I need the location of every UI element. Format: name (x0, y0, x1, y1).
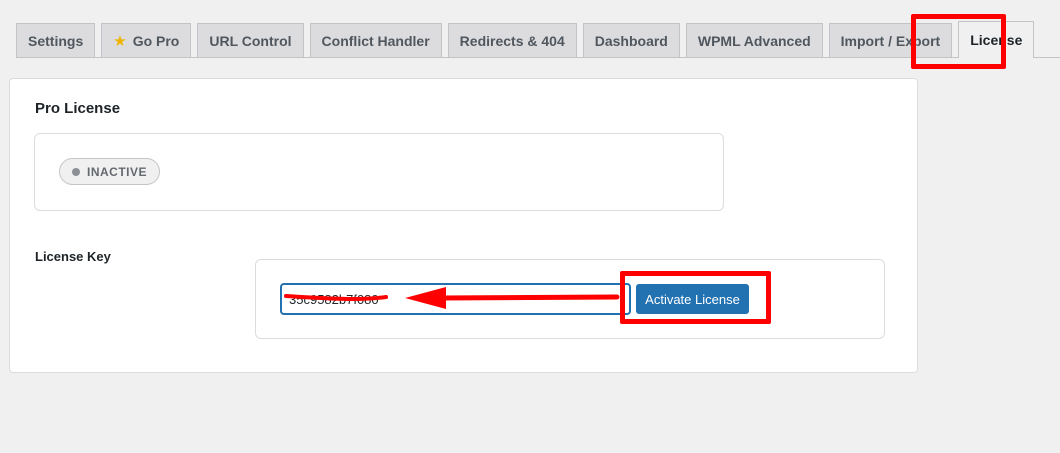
status-text: INACTIVE (87, 164, 148, 179)
nav-tabs: Settings ★ Go Pro URL Control Conflict H… (16, 21, 1040, 58)
tab-settings[interactable]: Settings (16, 23, 96, 58)
tab-conflict-handler[interactable]: Conflict Handler (309, 23, 442, 58)
section-title: Pro License (35, 100, 121, 117)
star-icon: ★ (113, 33, 127, 50)
status-badge: INACTIVE (59, 158, 161, 185)
tab-label: Conflict Handler (321, 33, 430, 49)
tab-go-pro[interactable]: ★ Go Pro (101, 23, 192, 58)
license-card: Pro License INACTIVE License Key Activat… (9, 78, 918, 373)
tab-license[interactable]: License (958, 21, 1035, 58)
tab-label: Redirects & 404 (459, 33, 565, 49)
tab-dashboard[interactable]: Dashboard (582, 23, 680, 58)
status-dot-icon (72, 167, 80, 176)
tab-redirects-404[interactable]: Redirects & 404 (447, 23, 577, 58)
activate-license-button[interactable]: Activate License (636, 284, 749, 314)
tab-label: Dashboard (594, 33, 668, 49)
tab-label: Import / Export (840, 33, 941, 49)
license-key-label: License Key (35, 249, 111, 264)
tabs-divider (16, 57, 1060, 58)
tab-url-control[interactable]: URL Control (197, 23, 304, 58)
tab-label: URL Control (209, 33, 292, 49)
tab-label: License (970, 32, 1023, 48)
tab-label: WPML Advanced (697, 33, 811, 49)
license-key-input[interactable] (280, 283, 631, 315)
tab-label: Go Pro (132, 33, 180, 49)
license-key-box: Activate License (255, 259, 885, 339)
license-status-box: INACTIVE (34, 133, 724, 211)
tab-wpml-advanced[interactable]: WPML Advanced (685, 23, 823, 58)
tab-import-export[interactable]: Import / Export (828, 23, 953, 58)
tab-label: Settings (28, 33, 84, 49)
